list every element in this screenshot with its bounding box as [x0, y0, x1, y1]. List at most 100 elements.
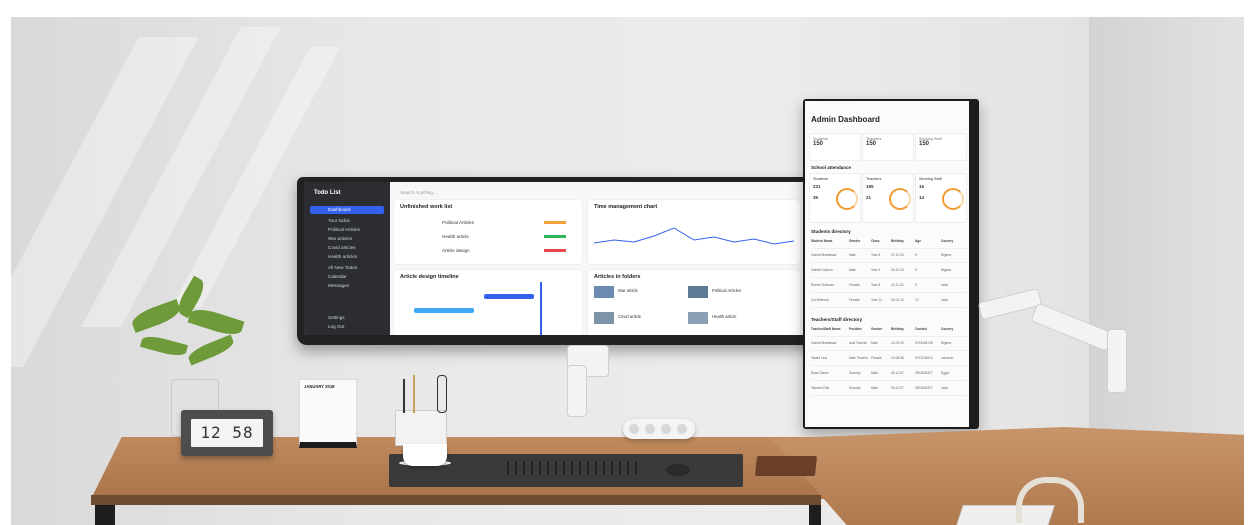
sidebar: Todo List Dashboard Your todos Political… [304, 182, 390, 335]
stat-label: Teachers [866, 137, 882, 141]
table-cell: Gabriel Bradshaw [811, 253, 837, 257]
notebook [754, 456, 818, 476]
clock-time: 12 58 [191, 419, 263, 447]
table-cell: Lebanon [941, 356, 954, 360]
table-cell: Class [871, 239, 880, 243]
settings-link[interactable]: Settings [310, 314, 384, 322]
thumbnail [594, 286, 614, 298]
progress-ring [942, 188, 964, 210]
sidebar-item[interactable]: Calendar [310, 273, 384, 281]
table-cell: Male [871, 386, 878, 390]
table-cell: Year 8 [871, 283, 881, 287]
speaker [623, 419, 695, 439]
table-cell: 09-12-87 [891, 386, 904, 390]
stat-card: Teachers 150 [862, 133, 914, 161]
row-divider [811, 365, 967, 366]
logout-link[interactable]: Log Out [310, 323, 384, 331]
sidebar-item[interactable]: Your todos [310, 217, 384, 225]
timeline-bar [414, 308, 474, 313]
speaker-driver [645, 424, 655, 434]
sidebar-item[interactable]: Health articles [310, 253, 384, 261]
plant-leaf [129, 298, 183, 334]
stat-value: 150 [919, 141, 930, 147]
table-cell: Position [849, 327, 862, 331]
status-badge [544, 235, 566, 238]
row-divider [811, 262, 967, 263]
desk-clock: 12 58 [181, 410, 273, 456]
table-cell: 0902845327 [915, 386, 933, 390]
table-cell: Gabriel Bradshaw [811, 341, 837, 345]
table-cell: Nigeria [941, 341, 952, 345]
speaker-driver [661, 424, 671, 434]
stat-label: Working Staff [919, 137, 942, 141]
page-title: Admin Dashboard [811, 115, 880, 124]
row-divider [811, 395, 967, 396]
table-cell: Year 8 [871, 253, 881, 257]
thumbnail [594, 312, 614, 324]
sidebar-item[interactable]: War articles [310, 235, 384, 243]
stat-label: Students [813, 137, 828, 141]
table-cell: Main Teacher [849, 356, 869, 360]
keyboard [501, 461, 637, 475]
table-cell: Security [849, 371, 861, 375]
table-cell: India [941, 386, 948, 390]
table-cell: Gabriel Carbon [811, 268, 833, 272]
headphones [1016, 477, 1084, 523]
wall-mount [1107, 329, 1127, 393]
task-item[interactable]: Article design [442, 248, 470, 253]
folder-item[interactable]: War article [618, 288, 638, 293]
folder-item[interactable]: Health article [712, 314, 736, 319]
table-cell: Teacher/Staff Name [811, 327, 841, 331]
table-cell: 0902845327 [915, 371, 933, 375]
table-cell: Birthday [891, 239, 904, 243]
sidebar-item[interactable]: Messages [310, 282, 384, 290]
section-title: Teachers/Staff directory [811, 317, 863, 322]
table-cell: 8 [915, 253, 917, 257]
table-cell: 9 [915, 268, 917, 272]
table-cell: Tahmed Flair [811, 386, 830, 390]
sidebar-item-dashboard[interactable]: Dashboard [310, 206, 384, 214]
task-item[interactable]: Health article [442, 234, 469, 239]
desk-calendar: JANUARY 2018 [299, 379, 357, 448]
row-divider [811, 336, 967, 337]
sidebar-item[interactable]: Political Articles [310, 226, 384, 234]
table-cell: Contact [915, 327, 927, 331]
progress-ring [889, 188, 911, 210]
line-chart [594, 227, 794, 245]
sidebar-item[interactable]: All New Todos [310, 264, 384, 272]
status-badge [544, 221, 566, 224]
desk-edge [91, 495, 821, 505]
monitor-mount [567, 365, 587, 417]
table-cell: Cia Bellevey [811, 298, 829, 302]
folder-item[interactable]: Covid article [618, 314, 641, 319]
search-input[interactable]: Search Anything... [400, 190, 437, 195]
table-cell: 10-08-88 [891, 356, 904, 360]
stat-value: 150 [866, 141, 877, 147]
table-cell: Egypt [941, 371, 950, 375]
timeline-marker [540, 282, 542, 335]
attendance-card: Teachers 155 21 [862, 173, 914, 223]
row-divider [811, 307, 967, 308]
attendance-label: Teachers [866, 177, 882, 181]
table-cell: Asst Teacher [849, 341, 868, 345]
folder-item[interactable]: Political Articles [712, 288, 741, 293]
row-divider [811, 380, 967, 381]
table-cell: Nigeria [941, 268, 952, 272]
row-divider [811, 350, 967, 351]
table-cell: 0702234512 [915, 356, 933, 360]
plant-leaf [186, 334, 236, 366]
timeline-panel: Article design timeline [394, 270, 582, 335]
photo-frame: Todo List Dashboard Your todos Political… [11, 17, 1244, 525]
table-cell: 24-03-10 [891, 298, 904, 302]
table-cell: 27-12-03 [891, 253, 904, 257]
table-cell: 05-12-87 [891, 371, 904, 375]
section-title: School attendance [811, 165, 852, 170]
table-cell: India [941, 283, 948, 287]
table-cell: Female [849, 283, 860, 287]
sidebar-item[interactable]: Covid articles [310, 244, 384, 252]
table-cell: Country [941, 327, 954, 331]
task-item[interactable]: Political Articles [442, 220, 474, 225]
vertical-screen: Admin Dashboard Students 150 Teachers 15… [805, 101, 969, 427]
scissors [437, 375, 447, 413]
speaker-driver [677, 424, 687, 434]
